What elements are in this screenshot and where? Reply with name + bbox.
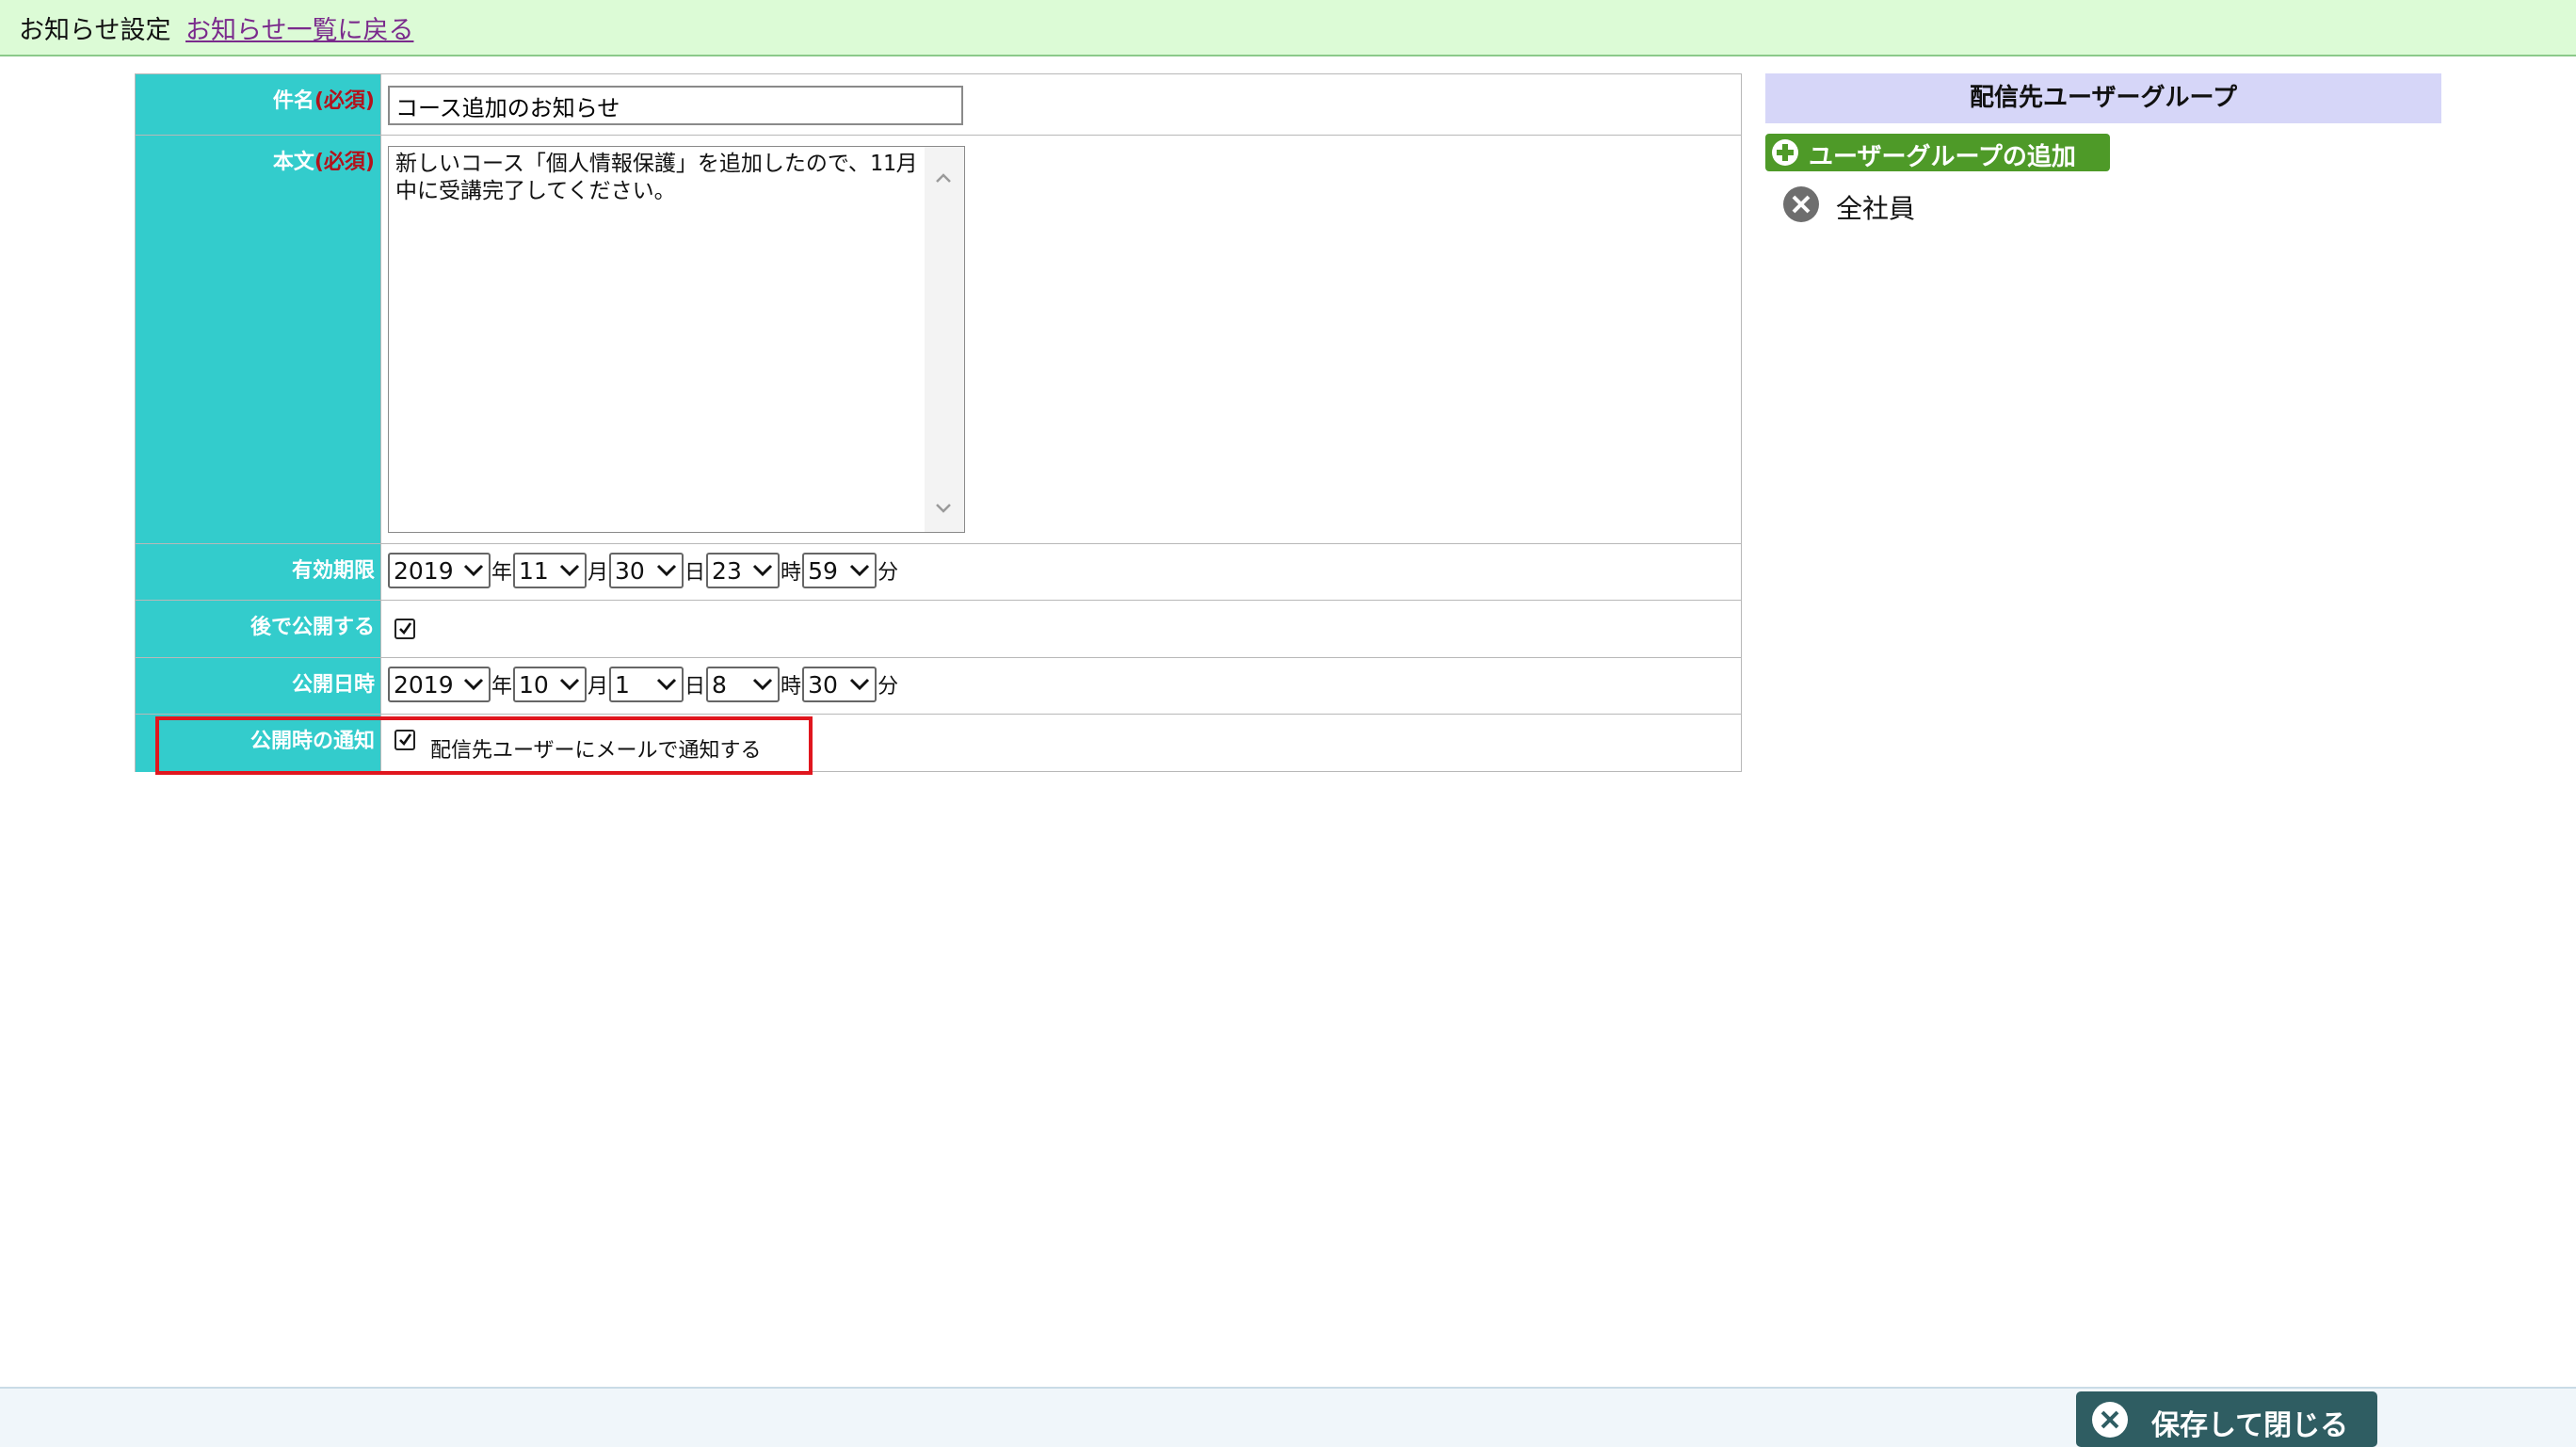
publish-later-row: 後で公開する — [136, 601, 1741, 658]
publish-minute-unit: 分 — [877, 675, 899, 699]
expiry-label: 有効期限 — [136, 544, 380, 600]
scroll-up-icon[interactable] — [934, 169, 953, 188]
publish-datetime-label: 公開日時 — [136, 658, 380, 714]
subject-label: 件名(必須) — [136, 74, 380, 135]
scroll-down-icon[interactable] — [934, 498, 953, 517]
expiry-day-unit: 日 — [684, 561, 706, 585]
checkmark-icon — [399, 622, 412, 635]
chevron-down-icon — [559, 678, 580, 691]
group-item-name: 全社員 — [1836, 193, 1916, 224]
body-label: 本文(必須) — [136, 136, 380, 543]
expiry-year-unit: 年 — [491, 561, 513, 585]
target-groups-title: 配信先ユーザーグループ — [1765, 73, 2441, 123]
chevron-down-icon — [656, 678, 677, 691]
subject-input[interactable] — [388, 86, 963, 125]
back-to-list-link[interactable]: お知らせ一覧に戻る — [185, 9, 413, 46]
add-user-group-label: ユーザーグループの追加 — [1809, 143, 2076, 171]
chevron-down-icon — [752, 678, 773, 691]
body-scrollbar[interactable] — [925, 147, 964, 532]
close-circle-icon[interactable] — [1782, 185, 1820, 223]
expiry-minute-unit: 分 — [877, 561, 899, 585]
expiry-minute-select[interactable]: 59 — [802, 553, 877, 588]
expiry-month-unit: 月 — [588, 561, 609, 585]
publish-hour-select[interactable]: 8 — [706, 667, 781, 702]
save-and-close-button[interactable]: 保存して閉じる — [2076, 1391, 2377, 1447]
publish-hour-unit: 時 — [781, 675, 802, 699]
expiry-hour-select[interactable]: 23 — [706, 553, 781, 588]
expiry-month-select[interactable]: 11 — [513, 553, 588, 588]
top-bar: お知らせ設定 お知らせ一覧に戻る — [0, 0, 2576, 56]
chevron-down-icon — [656, 564, 677, 577]
expiry-day-select[interactable]: 30 — [609, 553, 684, 588]
publish-month-select[interactable]: 10 — [513, 667, 588, 702]
publish-later-checkbox[interactable] — [394, 619, 415, 639]
publish-day-select[interactable]: 1 — [609, 667, 684, 702]
chevron-down-icon — [850, 678, 870, 691]
notice-form: 件名(必須) 本文(必須) 新しいコース「個人情報保護」を追加したので、11月中… — [135, 73, 1742, 772]
chevron-down-icon — [463, 564, 484, 577]
save-and-close-label: 保存して閉じる — [2151, 1409, 2349, 1442]
target-groups-panel: 配信先ユーザーグループ — [1765, 73, 2441, 123]
expiry-hour-unit: 時 — [781, 561, 802, 585]
close-circle-icon — [2092, 1402, 2128, 1438]
chevron-down-icon — [850, 564, 870, 577]
chevron-down-icon — [752, 564, 773, 577]
plus-circle-icon — [1772, 139, 1798, 166]
body-textarea[interactable]: 新しいコース「個人情報保護」を追加したので、11月中に受講完了してください。 — [388, 146, 965, 533]
notification-highlight-box — [155, 716, 813, 775]
body-row: 本文(必須) 新しいコース「個人情報保護」を追加したので、11月中に受講完了して… — [136, 136, 1741, 544]
page-title: お知らせ設定 — [19, 16, 171, 45]
expiry-row: 有効期限 2019 年 11 月 30 日 23 時 59 分 — [136, 544, 1741, 601]
publish-day-unit: 日 — [684, 675, 706, 699]
chevron-down-icon — [463, 678, 484, 691]
subject-row: 件名(必須) — [136, 74, 1741, 136]
publish-month-unit: 月 — [588, 675, 609, 699]
chevron-down-icon — [559, 564, 580, 577]
publish-later-label: 後で公開する — [136, 601, 380, 657]
publish-minute-select[interactable]: 30 — [802, 667, 877, 702]
expiry-year-select[interactable]: 2019 — [388, 553, 491, 588]
publish-year-select[interactable]: 2019 — [388, 667, 491, 702]
publish-year-unit: 年 — [491, 675, 513, 699]
add-user-group-button[interactable]: ユーザーグループの追加 — [1765, 134, 2110, 171]
publish-datetime-row: 公開日時 2019 年 10 月 1 日 8 時 30 分 — [136, 658, 1741, 715]
